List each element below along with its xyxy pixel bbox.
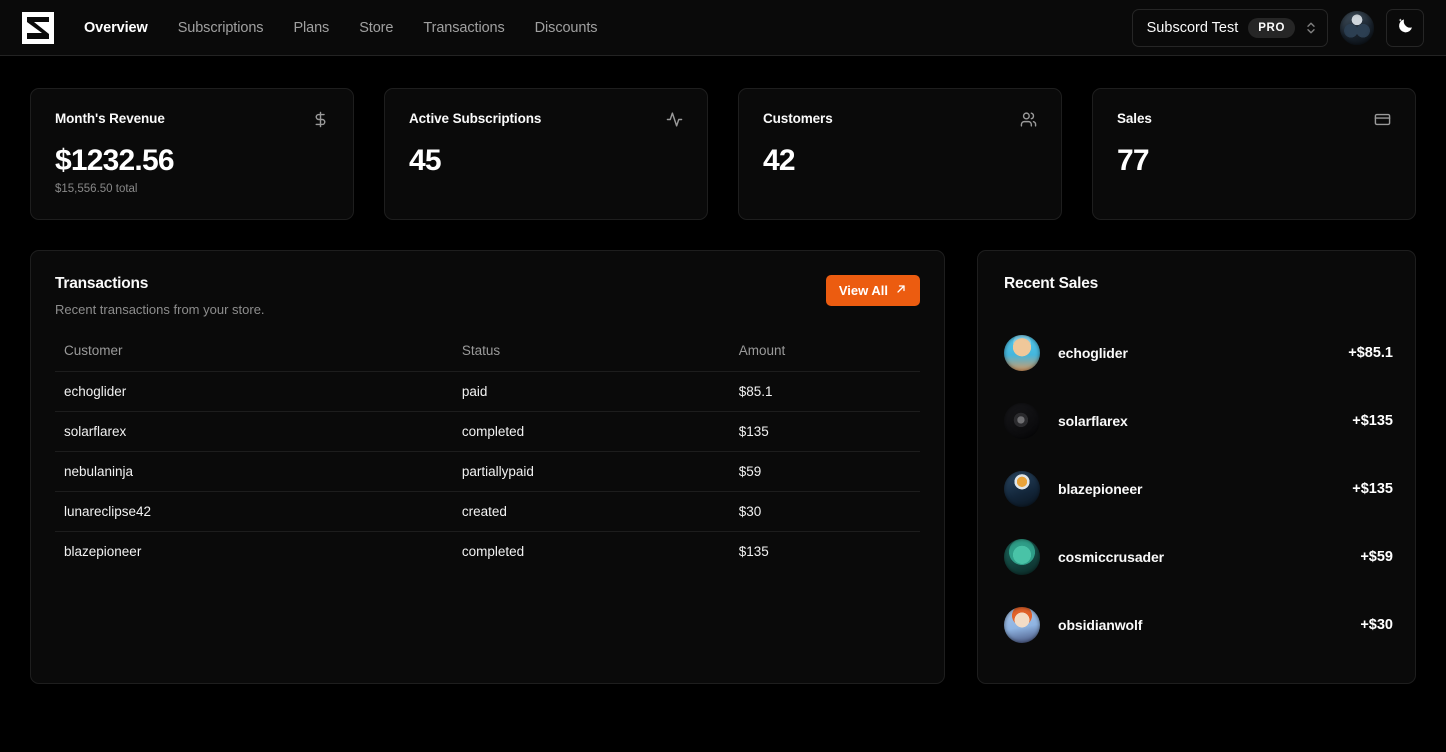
- chevron-up-down-icon: [1305, 19, 1317, 37]
- stat-subtext: $15,556.50 total: [55, 183, 138, 195]
- list-item[interactable]: echoglider +$85.1: [1004, 319, 1393, 387]
- stat-card-customers: Customers 42: [738, 88, 1062, 220]
- avatar: [1004, 607, 1040, 643]
- lower-row: Transactions Recent transactions from yo…: [30, 250, 1416, 684]
- dashboard-page: Month's Revenue $1232.56 $15,556.50 tota…: [0, 56, 1446, 684]
- column-header-status: Status: [452, 343, 730, 372]
- arrow-up-right-icon: [895, 283, 907, 298]
- transactions-panel: Transactions Recent transactions from yo…: [30, 250, 945, 684]
- nav-item-discounts[interactable]: Discounts: [535, 20, 598, 36]
- app-header: Overview Subscriptions Plans Store Trans…: [0, 0, 1446, 56]
- nav-item-overview[interactable]: Overview: [84, 20, 148, 36]
- stat-title: Customers: [763, 111, 833, 126]
- cell-amount: $85.1: [729, 371, 920, 412]
- cell-customer: lunareclipse42: [55, 491, 453, 532]
- sale-customer-name: obsidianwolf: [1058, 617, 1143, 633]
- sale-amount: +$59: [1360, 549, 1393, 565]
- cell-customer: echoglider: [55, 371, 453, 412]
- avatar: [1004, 471, 1040, 507]
- avatar: [1004, 335, 1040, 371]
- table-row[interactable]: blazepioneer completed $135: [55, 532, 920, 572]
- table-row[interactable]: lunareclipse42 created $30: [55, 491, 920, 532]
- cell-amount: $135: [738, 544, 769, 559]
- avatar: [1004, 403, 1040, 439]
- panel-title: Recent Sales: [1004, 275, 1099, 292]
- table-row[interactable]: echoglider paid $85.1: [55, 371, 920, 412]
- stat-title: Active Subscriptions: [409, 111, 542, 126]
- list-item[interactable]: obsidianwolf +$30: [1004, 591, 1393, 659]
- team-switcher[interactable]: Subscord Test PRO: [1131, 8, 1328, 47]
- cell-customer: solarflarex: [55, 411, 453, 452]
- cell-customer: nebulaninja: [55, 451, 453, 492]
- pro-badge: PRO: [1248, 17, 1295, 38]
- table-row[interactable]: nebulaninja partiallypaid $59: [55, 451, 920, 492]
- stat-value: 45: [409, 144, 442, 177]
- list-item[interactable]: solarflarex +$135: [1004, 387, 1393, 455]
- panel-description: Recent transactions from your store.: [55, 302, 265, 317]
- panel-title: Transactions: [55, 275, 149, 292]
- sale-amount: +$135: [1352, 481, 1393, 497]
- table-header-row: Customer Status Amount: [55, 343, 920, 372]
- stat-card-active-subscriptions: Active Subscriptions 45: [384, 88, 708, 220]
- stat-card-revenue: Month's Revenue $1232.56 $15,556.50 tota…: [30, 88, 354, 220]
- cell-amount: $135: [729, 411, 920, 452]
- sale-amount: +$85.1: [1348, 345, 1393, 361]
- stat-title: Month's Revenue: [55, 111, 165, 126]
- dollar-sign-icon: [312, 111, 329, 133]
- stats-row: Month's Revenue $1232.56 $15,556.50 tota…: [30, 88, 1416, 220]
- view-all-button[interactable]: View All: [825, 275, 920, 306]
- cell-status: created: [452, 491, 730, 532]
- cell-status: completed: [452, 411, 730, 452]
- sale-customer-name: cosmiccrusader: [1058, 549, 1164, 565]
- list-item[interactable]: blazepioneer +$135: [1004, 455, 1393, 523]
- cell-amount: $30: [729, 491, 920, 532]
- moon-stars-icon: [1396, 16, 1415, 40]
- credit-card-icon: [1374, 111, 1391, 133]
- cell-status: completed: [461, 544, 525, 559]
- view-all-label: View All: [838, 283, 888, 298]
- team-name: Subscord Test: [1146, 19, 1239, 36]
- sale-customer-name: blazepioneer: [1058, 481, 1143, 497]
- user-avatar[interactable]: [1340, 10, 1374, 45]
- nav-item-plans[interactable]: Plans: [293, 20, 329, 36]
- main-nav: Overview Subscriptions Plans Store Trans…: [84, 20, 598, 36]
- stat-value: 42: [763, 144, 796, 177]
- column-header-customer: Customer: [55, 343, 453, 372]
- sale-customer-name: echoglider: [1058, 345, 1128, 361]
- nav-item-store[interactable]: Store: [359, 20, 393, 36]
- nav-item-subscriptions[interactable]: Subscriptions: [178, 20, 264, 36]
- cell-status: partiallypaid: [452, 451, 730, 492]
- recent-sales-panel: Recent Sales echoglider +$85.1 solarflar…: [977, 250, 1416, 684]
- nav-item-transactions[interactable]: Transactions: [423, 20, 504, 36]
- list-item[interactable]: cosmiccrusader +$59: [1004, 523, 1393, 591]
- transactions-table: Customer Status Amount echoglider paid $…: [55, 343, 920, 571]
- stat-value: 77: [1117, 144, 1150, 177]
- subscord-logo-icon[interactable]: [22, 11, 54, 44]
- users-icon: [1020, 111, 1037, 133]
- theme-toggle-button[interactable]: [1386, 8, 1424, 47]
- stat-value: $1232.56: [55, 144, 175, 177]
- recent-sales-list: echoglider +$85.1 solarflarex +$135 blaz…: [1004, 319, 1393, 659]
- sale-amount: +$135: [1352, 413, 1393, 429]
- avatar: [1004, 539, 1040, 575]
- sale-amount: +$30: [1360, 617, 1393, 633]
- header-actions: Subscord Test PRO: [1131, 8, 1424, 47]
- cell-status: paid: [452, 371, 730, 412]
- column-header-amount: Amount: [729, 343, 920, 372]
- stat-title: Sales: [1117, 111, 1152, 126]
- sale-customer-name: solarflarex: [1058, 413, 1128, 429]
- stat-card-sales: Sales 77: [1092, 88, 1416, 220]
- cell-customer: blazepioneer: [64, 544, 142, 559]
- cell-amount: $59: [729, 451, 920, 492]
- activity-pulse-icon: [666, 111, 683, 133]
- table-row[interactable]: solarflarex completed $135: [55, 411, 920, 452]
